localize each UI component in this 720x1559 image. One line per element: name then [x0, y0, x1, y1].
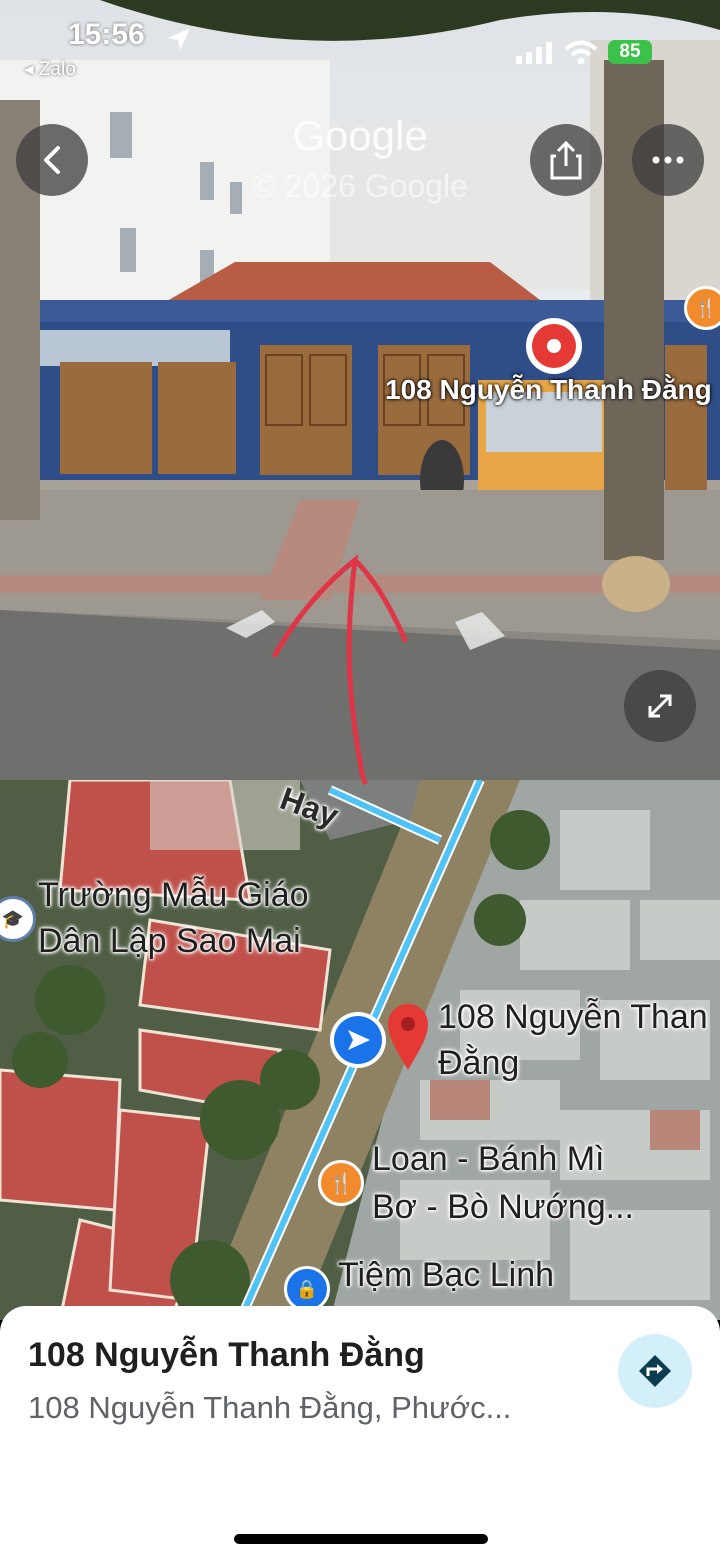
home-indicator[interactable]	[234, 1534, 488, 1544]
back-arrow-icon	[44, 146, 60, 174]
pin-label-line1: 108 Nguyễn Than	[438, 998, 708, 1036]
location-arrow-icon	[168, 28, 190, 50]
street-view-panel[interactable]: 15:56 ◂ Zalo 85 Google © 2026 Google 🍴 1…	[0, 0, 720, 780]
shop-label-line1: Tiệm Bạc Linh	[338, 1256, 555, 1294]
restaurant-label-line2: Bơ - Bò Nướng...	[372, 1188, 634, 1226]
street-view-place-label: 108 Nguyễn Thanh Đằng	[385, 374, 712, 405]
battery-indicator: 85	[608, 40, 652, 64]
wifi-icon	[564, 40, 598, 65]
location-pin-icon[interactable]	[526, 318, 582, 374]
satellite-map[interactable]: Hay 🎓 Trường Mẫu Giáo Dân Lập Sao Mai 10…	[0, 780, 720, 1320]
copyright-text: © 2026 Google	[252, 168, 468, 204]
google-watermark: Google	[292, 112, 428, 159]
directions-icon	[639, 1355, 671, 1387]
place-address: 108 Nguyễn Thanh Đằng, Phước...	[28, 1390, 512, 1425]
map-pin-icon[interactable]	[386, 1002, 430, 1072]
more-options-button[interactable]	[632, 124, 704, 196]
navigation-arrow-icon[interactable]	[330, 1012, 386, 1068]
pin-label-line2: Đằng	[438, 1044, 520, 1082]
status-time: 15:56	[68, 18, 145, 51]
back-button[interactable]	[16, 124, 88, 196]
school-label-line1: Trường Mẫu Giáo	[38, 876, 309, 914]
place-info-sheet[interactable]: 108 Nguyễn Thanh Đằng 108 Nguyễn Thanh Đ…	[0, 1306, 720, 1559]
restaurant-label-line1: Loan - Bánh Mì	[372, 1140, 605, 1178]
restaurant-icon[interactable]: 🍴	[318, 1160, 364, 1206]
expand-icon	[648, 694, 672, 718]
share-button[interactable]	[530, 124, 602, 196]
back-to-app-link[interactable]: ◂ Zalo	[24, 58, 76, 81]
school-label-line2: Dân Lập Sao Mai	[38, 922, 301, 960]
directions-button[interactable]	[618, 1334, 692, 1408]
restaurant-icon[interactable]: 🍴	[684, 286, 720, 330]
expand-button[interactable]	[624, 670, 696, 742]
more-icon	[652, 156, 684, 164]
share-icon	[550, 140, 582, 180]
signal-icon	[516, 42, 552, 64]
place-title: 108 Nguyễn Thanh Đằng	[28, 1336, 425, 1374]
